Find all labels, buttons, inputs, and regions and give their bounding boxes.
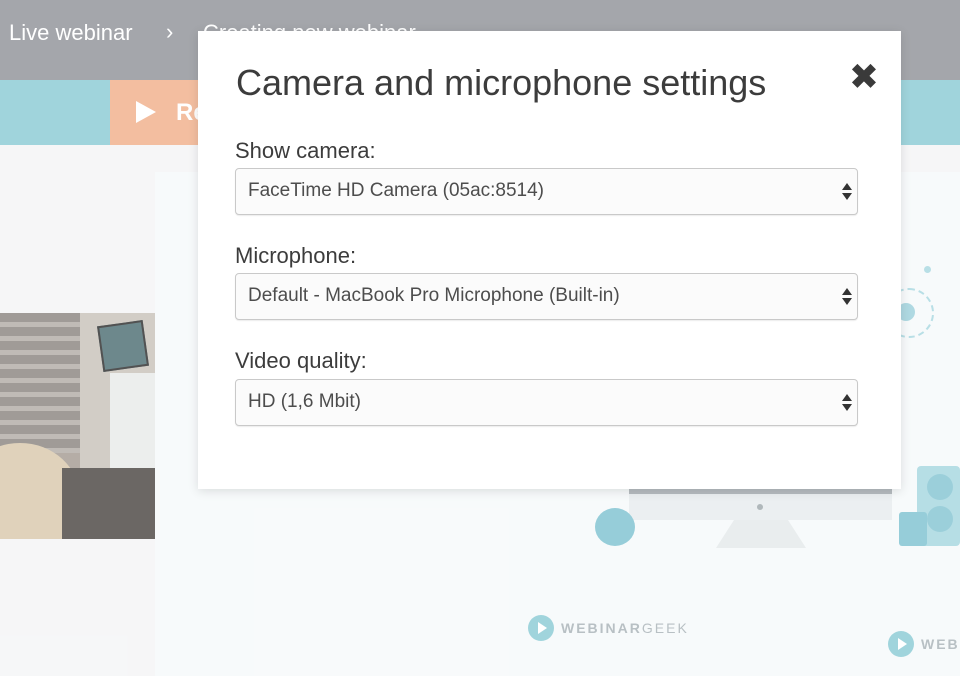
video-quality-label: Video quality:	[235, 348, 367, 373]
microphone-select-value: Default - MacBook Pro Microphone (Built-…	[248, 285, 620, 306]
select-arrows-icon	[842, 182, 852, 202]
video-quality-select[interactable]: HD (1,6 Mbit)	[235, 379, 858, 426]
microphone-label: Microphone:	[235, 243, 357, 268]
modal-title: Camera and microphone settings	[236, 62, 767, 103]
camera-label: Show camera:	[235, 138, 376, 163]
microphone-select[interactable]: Default - MacBook Pro Microphone (Built-…	[235, 273, 858, 320]
video-quality-select-value: HD (1,6 Mbit)	[248, 391, 361, 412]
camera-select[interactable]: FaceTime HD Camera (05ac:8514)	[235, 168, 858, 215]
camera-select-value: FaceTime HD Camera (05ac:8514)	[248, 180, 545, 201]
camera-settings-modal: Camera and microphone settings ✖ Show ca…	[198, 31, 901, 489]
close-icon[interactable]: ✖	[846, 59, 882, 95]
select-arrows-icon	[842, 287, 852, 307]
select-arrows-icon	[842, 393, 852, 413]
